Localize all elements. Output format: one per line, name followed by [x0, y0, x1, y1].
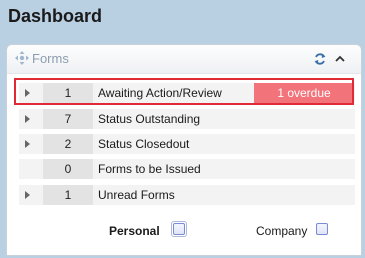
list-item[interactable]: 7 Status Outstanding: [19, 109, 355, 129]
row-count: 2: [43, 134, 93, 154]
personal-checkbox[interactable]: [173, 223, 185, 235]
personal-label: Personal: [109, 224, 160, 238]
row-label[interactable]: Forms to be Issued: [98, 159, 201, 179]
row-label[interactable]: Status Closedout: [98, 134, 189, 154]
list-item[interactable]: 0 Forms to be Issued: [19, 159, 355, 179]
row-label[interactable]: Status Outstanding: [98, 109, 200, 129]
row-label[interactable]: Unread Forms: [98, 185, 175, 205]
expand-arrow-icon[interactable]: [25, 115, 30, 123]
chevron-up-icon[interactable]: [334, 53, 346, 65]
overdue-badge[interactable]: 1 overdue: [254, 83, 354, 103]
panel-header: Forms: [7, 45, 361, 74]
page-title: Dashboard: [8, 6, 103, 26]
row-count: 0: [43, 159, 93, 179]
expand-arrow-icon[interactable]: [25, 140, 30, 148]
list-item[interactable]: 2 Status Closedout: [19, 134, 355, 154]
row-count: 7: [43, 109, 93, 129]
row-label[interactable]: Awaiting Action/Review: [98, 83, 222, 103]
refresh-icon[interactable]: [314, 53, 326, 65]
list-item[interactable]: 1 Unread Forms: [19, 185, 355, 205]
expand-arrow-icon[interactable]: [25, 191, 30, 199]
company-label: Company: [256, 224, 308, 238]
row-count: 1: [43, 185, 93, 205]
list-item[interactable]: 1 Awaiting Action/Review 1 overdue: [19, 83, 355, 103]
expand-arrow-icon[interactable]: [25, 89, 30, 97]
move-icon[interactable]: [15, 51, 29, 65]
panel-title: Forms: [32, 51, 69, 66]
row-count: 1: [43, 83, 93, 103]
company-checkbox[interactable]: [316, 223, 328, 235]
